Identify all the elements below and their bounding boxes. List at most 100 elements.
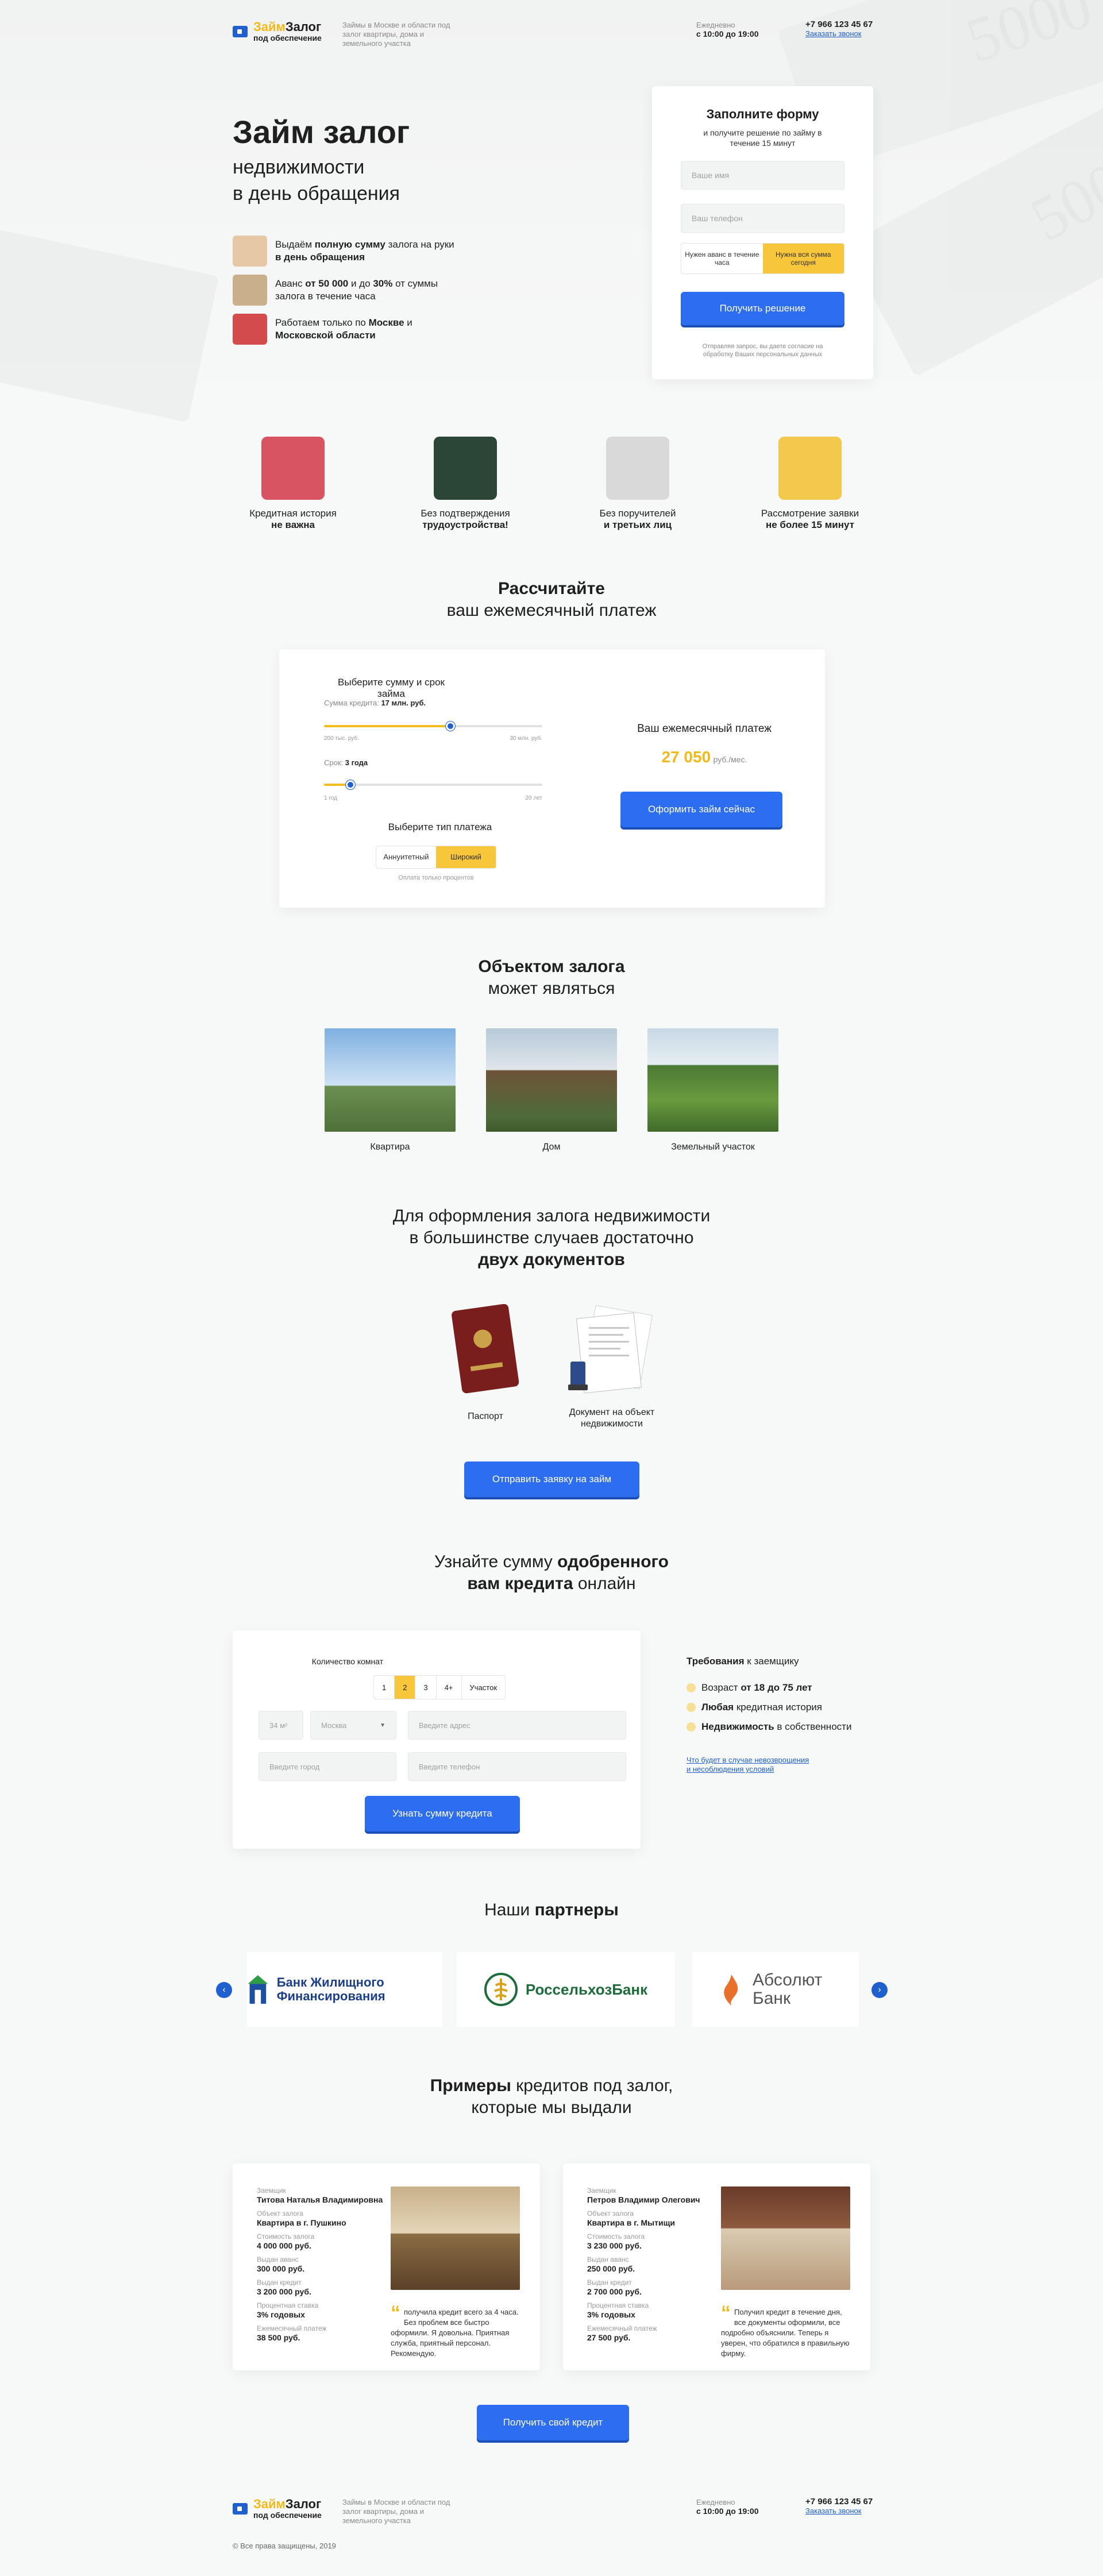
name-input[interactable]: Ваше имя [681, 161, 844, 190]
feature-text-bold: от 50 000 [305, 278, 349, 289]
term-label-text: Срок: [324, 758, 344, 767]
logo-mark-icon [233, 26, 248, 37]
partner-absolut[interactable]: Абсолют Банк [692, 1952, 859, 2027]
footer-hours: Ежедневно с 10:00 до 19:00 [696, 2498, 759, 2516]
review-text: получила кредит всего за 4 часа. Без про… [391, 2308, 519, 2358]
area-input[interactable]: 34 м² [259, 1711, 303, 1740]
hero-features: Выдаём полную сумму залога на руки в ден… [233, 236, 462, 353]
send-application-button[interactable]: Отправить заявку на займ [464, 1461, 639, 1497]
sum-label-text: Сумма кредита: [324, 699, 379, 707]
example-value: 3 200 000 руб. [257, 2287, 311, 2296]
nonpayment-terms-link[interactable]: Что будет в случае невозврощения и несоб… [687, 1756, 813, 1774]
term-slider-knob[interactable] [345, 780, 355, 789]
feature-text-mid: и до [348, 278, 373, 289]
example-value: 250 000 руб. [587, 2264, 635, 2273]
objects-title-bold: Объектом залога [478, 957, 625, 976]
hours-label: Ежедневно [696, 21, 735, 29]
city-input[interactable]: Введите город [259, 1752, 396, 1781]
collateral-label: Земельный участок [671, 1142, 755, 1152]
room-option[interactable]: 3 [415, 1676, 436, 1699]
example-label: Объект залога [587, 2209, 634, 2218]
phone-input-approval[interactable]: Введите телефон [408, 1752, 626, 1781]
collateral-photo [486, 1028, 617, 1132]
address-input[interactable]: Введите адрес [408, 1711, 626, 1740]
header-contacts: +7 966 123 45 67 Заказать звонок [805, 20, 873, 38]
passport-icon [434, 437, 497, 500]
req-bold: Недвижимость [701, 1721, 774, 1732]
docs-line-2: в большинстве случаев достаточно [409, 1228, 694, 1247]
sum-slider[interactable] [324, 722, 542, 731]
collateral-item: Квартира [325, 1028, 456, 1152]
phone-link[interactable]: +7 966 123 45 67 [805, 20, 873, 29]
room-option[interactable]: 4+ [435, 1676, 461, 1699]
hours-value: с 10:00 до 19:00 [696, 29, 759, 38]
requirement-item: Возраст от 18 до 75 лет [687, 1682, 859, 1694]
hero-subtitle-1: недвижимости [233, 156, 365, 178]
room-option[interactable]: 2 [394, 1676, 415, 1699]
partner-bzhf[interactable]: Банк Жилищного Финансирования [247, 1952, 442, 2027]
partners-prev-arrow[interactable]: ‹ [216, 1982, 232, 1998]
example-value: 3% годовых [587, 2310, 635, 2319]
term-slider[interactable] [324, 780, 542, 789]
example-label: Объект залога [257, 2209, 303, 2218]
phone-input[interactable]: Ваш телефон [681, 204, 844, 233]
example-label: Заемщик [587, 2186, 616, 2195]
example-label: Стоимость залога [257, 2232, 315, 2240]
get-decision-button[interactable]: Получить решение [681, 292, 844, 325]
apply-now-button[interactable]: Оформить займ сейчас [620, 792, 782, 827]
quote-mark-icon: “ [391, 2302, 400, 2324]
payment-wide[interactable]: Широкий [436, 846, 496, 868]
footer-callback-link[interactable]: Заказать звонок [805, 2506, 873, 2515]
hero-feature: Работаем только по Москве и Московской о… [233, 314, 462, 345]
callback-link[interactable]: Заказать звонок [805, 29, 873, 38]
chevron-down-icon: ▼ [380, 1722, 385, 1729]
footer-brand-part-a: Займ [253, 2497, 286, 2511]
feature-text-bold2: в день обращения [275, 252, 365, 263]
header-note: Займы в Москве и области под залог кварт… [342, 21, 450, 48]
option-full-today[interactable]: Нужна вся сумма сегодня [762, 244, 844, 273]
collateral-photo [325, 1028, 456, 1132]
feature-text-pre: Выдаём [275, 239, 315, 250]
example-label: Выдан кредит [257, 2278, 302, 2286]
example-label: Ежемесячный платеж [257, 2324, 327, 2332]
payment-type-title: Выберите тип платежа [388, 822, 492, 832]
get-credit-button[interactable]: Получить свой кредит [477, 2405, 629, 2440]
collateral-label: Дом [542, 1142, 561, 1152]
approval-line2-bold: вам кредита [467, 1574, 573, 1593]
feature-text-mid: и [404, 317, 412, 328]
approval-heading: Узнайте сумму одобренного вам кредита он… [0, 1551, 1103, 1595]
copyright: © Все права защищены, 2019 [233, 2542, 336, 2550]
payment-type-note: Оплата только процентов [398, 874, 474, 881]
footer-phone-link[interactable]: +7 966 123 45 67 [805, 2497, 873, 2506]
option-advance-hour[interactable]: Нужен аванс в течение часа [681, 244, 763, 273]
feature-line-1: Рассмотрение заявки [761, 508, 859, 519]
req-pre: Возраст [701, 1682, 741, 1693]
footer-logo[interactable]: ЗаймЗалог под обеспечение [233, 2498, 322, 2520]
room-option[interactable]: 1 [374, 1676, 395, 1699]
review-text: Получил кредит в течение дня, все докуме… [721, 2308, 850, 2358]
room-option[interactable]: Участок [461, 1676, 506, 1699]
logo[interactable]: ЗаймЗалог под обеспечение [233, 21, 322, 43]
city-select[interactable]: Москва ▼ [310, 1711, 396, 1740]
term-min: 1 год [324, 795, 337, 801]
sum-slider-knob[interactable] [446, 722, 456, 731]
quote-mark-icon: “ [721, 2302, 731, 2324]
examples-title-line2: которые мы выдали [471, 2098, 632, 2117]
monthly-payment: 27 050 руб./мес. [618, 748, 790, 766]
feature-text-mid: залога на руки [385, 239, 454, 250]
approval-line1-bold: одобренного [557, 1552, 669, 1571]
req-title-bold: Требования [687, 1656, 745, 1667]
feature-line-2: и третьих лиц [603, 519, 672, 530]
hero-background: 5000 5000 [0, 0, 1103, 423]
footer-hours-label: Ежедневно [696, 2498, 735, 2506]
payment-annuity[interactable]: Аннуитетный [376, 846, 436, 868]
check-sum-button[interactable]: Узнать сумму кредита [365, 1796, 520, 1831]
monthly-label: Ваш ежемесячный платеж [637, 723, 772, 735]
partner-rshb[interactable]: РоссельхозБанк [457, 1952, 675, 2027]
partners-next-arrow[interactable]: › [871, 1982, 888, 1998]
form-subtitle: и получите решение по займу в течение 15… [703, 128, 822, 148]
rooms-selector: 1 2 3 4+ Участок [373, 1675, 506, 1699]
doc-property: Документ на объект недвижимости [560, 1304, 664, 1430]
calc-title-bold: Рассчитайте [498, 579, 605, 598]
feature-text-bold2: Московской области [275, 330, 376, 341]
